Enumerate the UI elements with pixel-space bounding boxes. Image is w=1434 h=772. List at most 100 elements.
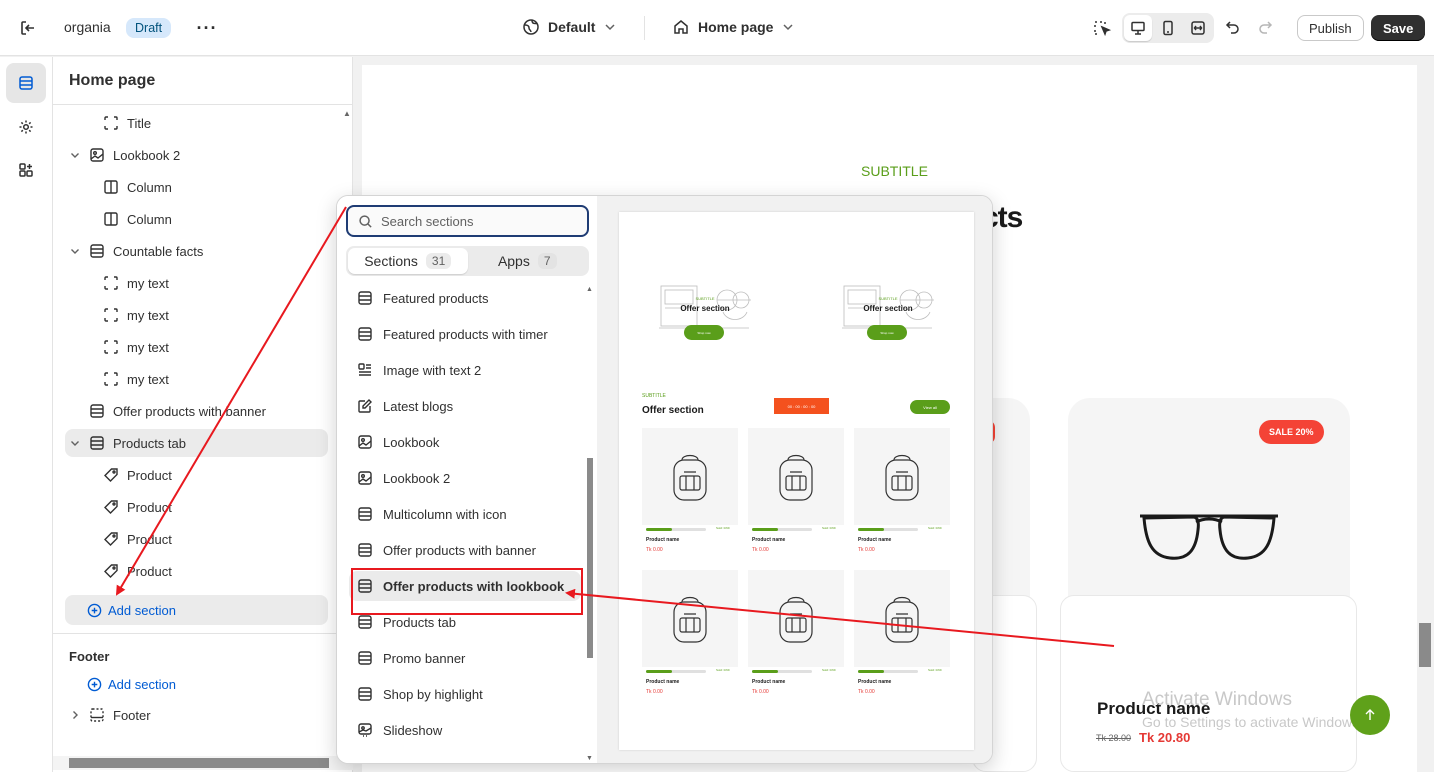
- preview-section-title: Offer section: [642, 405, 704, 416]
- back-to-top-button[interactable]: [1350, 695, 1390, 735]
- sidebar-item-label: Product: [127, 531, 172, 547]
- list-scroll-down-icon[interactable]: ▼: [586, 755, 593, 762]
- sidebar-item-product[interactable]: Product: [103, 493, 172, 521]
- page-title: Home page: [69, 72, 156, 89]
- footer-section-item[interactable]: Footer: [69, 707, 151, 723]
- sidebar-item-products-tab[interactable]: Products tab: [65, 429, 328, 457]
- tab-apps-count: 7: [537, 253, 557, 269]
- settings-rail-button[interactable]: [6, 107, 46, 147]
- preview-product-image: [642, 570, 738, 667]
- sidebar-item-label: Products tab: [113, 435, 186, 451]
- apps-rail-button[interactable]: [6, 150, 46, 190]
- inspector-button[interactable]: [1092, 14, 1112, 42]
- chevron-down-icon: [605, 24, 615, 31]
- section-option-image-with-text-2[interactable]: Image with text 2: [349, 355, 581, 385]
- sidebar-item-my-text[interactable]: my text: [103, 269, 169, 297]
- sidebar-item-product[interactable]: Product: [103, 461, 172, 489]
- preview-product-image: [854, 570, 950, 667]
- list-scroll-up-icon[interactable]: ▲: [586, 286, 593, 293]
- chevron-down-icon[interactable]: [69, 245, 81, 257]
- preview-product-name: Product name: [752, 537, 786, 543]
- preview-product-card: Sold: 0/99 Product name Tk 0.00: [748, 570, 844, 705]
- preview-product-name: Product name: [858, 679, 892, 685]
- section-option-multicolumn-with-icon[interactable]: Multicolumn with icon: [349, 499, 581, 529]
- sidebar-item-title[interactable]: Title: [103, 109, 151, 137]
- sidebar-item-product[interactable]: Product: [103, 525, 172, 553]
- section-option-label: Featured products with timer: [383, 326, 548, 342]
- sidebar-item-label: Lookbook 2: [113, 147, 181, 163]
- block-icon: [103, 275, 119, 291]
- section-option-featured-products[interactable]: Featured products: [349, 285, 581, 313]
- plus-circle-icon: [87, 677, 102, 692]
- save-button[interactable]: Save: [1371, 15, 1426, 41]
- preview-product-name: Product name: [646, 537, 680, 543]
- chevron-down-icon: [783, 24, 793, 31]
- section-icon: [89, 403, 105, 419]
- gear-icon: [19, 120, 33, 134]
- tab-sections-label: Sections: [364, 253, 418, 269]
- sections-rail-button[interactable]: [6, 63, 46, 103]
- section-option-label: Slideshow: [383, 722, 443, 738]
- page-selector[interactable]: Home page: [672, 18, 795, 36]
- chevron-down-icon[interactable]: [69, 149, 81, 161]
- section-option-shop-by-highlight[interactable]: Shop by highlight: [349, 679, 581, 709]
- backpack-image: [878, 450, 926, 504]
- sidebar-item-label: my text: [127, 339, 169, 355]
- section-option-lookbook-2[interactable]: Lookbook 2: [349, 463, 581, 493]
- sidebar-item-label: Product: [127, 499, 172, 515]
- sale-badge: SALE 20%: [1259, 420, 1324, 444]
- desktop-view-button[interactable]: [1124, 15, 1152, 41]
- section-option-featured-products-with-timer[interactable]: Featured products with timer: [349, 319, 581, 349]
- sunglasses-image: [1140, 514, 1278, 560]
- section-option-promo-banner[interactable]: Promo banner: [349, 643, 581, 673]
- tab-sections[interactable]: Sections 31: [348, 248, 468, 274]
- tab-apps[interactable]: Apps 7: [468, 248, 588, 274]
- section-preview-pane: SUBTITLE Offer section Shop now SUBTITLE…: [597, 196, 992, 763]
- sidebar-item-column[interactable]: Column: [103, 205, 172, 233]
- picker-tabs: Sections 31 Apps 7: [346, 246, 589, 276]
- section-option-lookbook[interactable]: Lookbook: [349, 427, 581, 457]
- publish-button[interactable]: Publish: [1297, 15, 1364, 41]
- search-input[interactable]: [381, 213, 571, 229]
- mobile-view-button[interactable]: [1154, 15, 1182, 41]
- new-price: Tk 20.80: [1139, 730, 1191, 745]
- section-option-slideshow[interactable]: Slideshow: [349, 715, 581, 745]
- section-option-offer-products-with-banner[interactable]: Offer products with banner: [349, 535, 581, 565]
- footer-add-section-button[interactable]: Add section: [87, 677, 176, 692]
- add-section-button[interactable]: Add section: [65, 595, 328, 625]
- fullscreen-icon: [1191, 21, 1205, 35]
- tag-icon: [103, 467, 119, 483]
- list-scroll-thumb[interactable]: [587, 458, 593, 658]
- preview-stock-bar: [752, 528, 812, 531]
- horizontal-scroll-thumb[interactable]: [69, 758, 329, 768]
- undo-icon[interactable]: [1224, 18, 1242, 36]
- sidebar-item-column[interactable]: Column: [103, 173, 172, 201]
- search-field[interactable]: [346, 205, 589, 237]
- more-actions-button[interactable]: ···: [197, 18, 217, 38]
- fullscreen-view-button[interactable]: [1184, 15, 1212, 41]
- sidebar-item-product[interactable]: Product: [103, 557, 172, 585]
- old-price: Tk 28.00: [1096, 733, 1132, 743]
- sidebar-item-label: my text: [127, 275, 169, 291]
- redo-icon[interactable]: [1256, 18, 1274, 36]
- sidebar-item-countable-facts[interactable]: Countable facts: [65, 237, 328, 265]
- globe-icon: [523, 19, 539, 35]
- preview-product-card: Sold: 0/99 Product name Tk 0.00: [854, 570, 950, 705]
- chevron-right-icon: [73, 711, 78, 719]
- preview-product-image: [854, 428, 950, 525]
- preview-scroll-thumb[interactable]: [1419, 623, 1431, 667]
- sidebar-item-my-text[interactable]: my text: [103, 301, 169, 329]
- section-option-label: Products tab: [383, 614, 456, 630]
- blog-icon: [357, 398, 373, 414]
- exit-icon[interactable]: [18, 18, 38, 38]
- preview-banner-button: Shop now: [684, 325, 724, 340]
- sidebar-item-label: Product: [127, 467, 172, 483]
- theme-selector[interactable]: Default: [522, 18, 617, 36]
- sidebar-item-my-text[interactable]: my text: [103, 333, 169, 361]
- sidebar-item-label: Countable facts: [113, 243, 204, 259]
- sidebar-item-offer-products-with-banner[interactable]: Offer products with banner: [65, 397, 328, 425]
- section-option-latest-blogs[interactable]: Latest blogs: [349, 391, 581, 421]
- sidebar-item-lookbook-2[interactable]: Lookbook 2: [65, 141, 328, 169]
- sidebar-item-my-text[interactable]: my text: [103, 365, 169, 393]
- chevron-down-icon[interactable]: [69, 437, 81, 449]
